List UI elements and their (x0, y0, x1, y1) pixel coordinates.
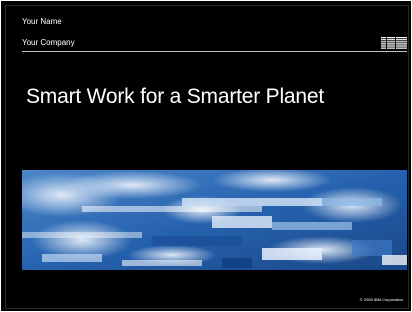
presentation-slide: Your Name Your Company Smart Work for a … (0, 0, 412, 312)
presenter-name: Your Name (22, 17, 62, 26)
copyright-notice: © 2008 IBM Corporation (359, 297, 403, 302)
slide-title: Smart Work for a Smarter Planet (26, 85, 325, 108)
company-name: Your Company (22, 38, 75, 47)
header-divider (22, 51, 407, 52)
earth-banner-image (22, 170, 407, 270)
ibm-logo-icon (381, 37, 407, 49)
